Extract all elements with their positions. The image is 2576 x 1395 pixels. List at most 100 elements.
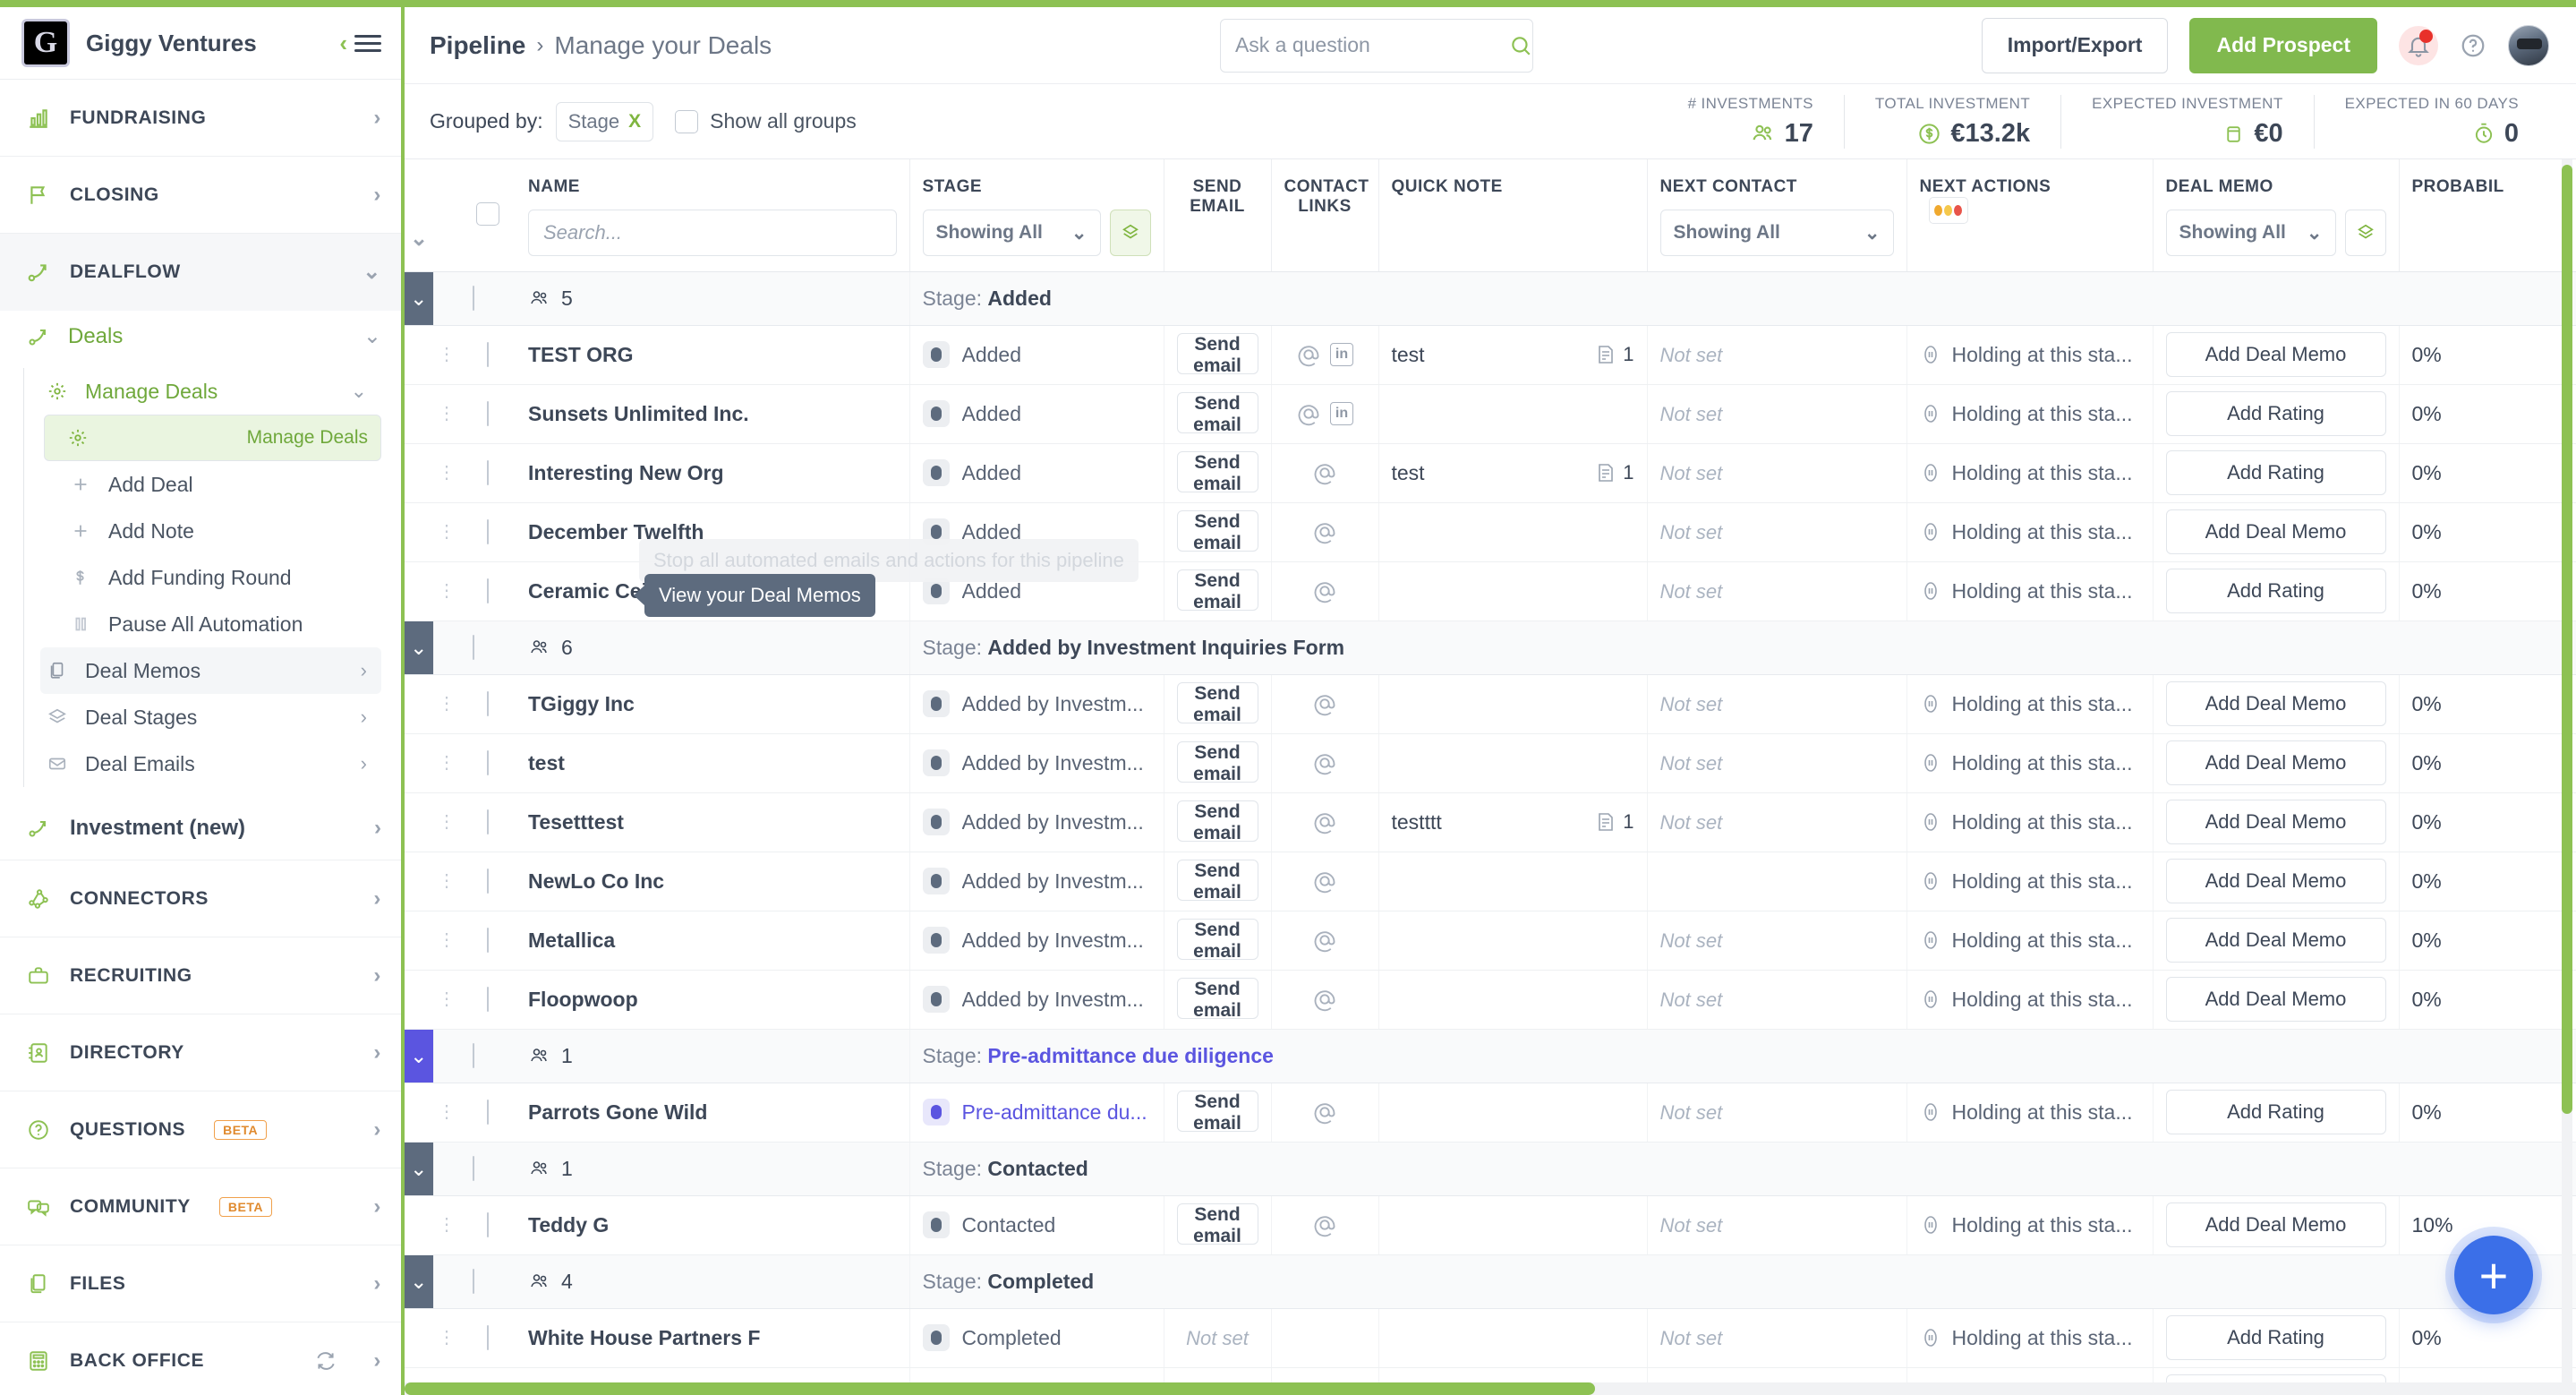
row-contact-links[interactable]: in: [1271, 384, 1379, 444]
row-next-actions[interactable]: Holding at this sta...: [1906, 733, 2154, 793]
row-drag-handle[interactable]: ⋮: [433, 733, 460, 793]
row-next-actions[interactable]: Holding at this sta...: [1906, 443, 2154, 503]
deal-memo-button[interactable]: Add Rating: [2165, 569, 2386, 613]
row-stage[interactable]: Pre-admittance du...: [909, 1083, 1164, 1143]
group-header-row[interactable]: ⌄ 1 Stage: Contacted: [405, 1141, 2576, 1196]
row-contact-links[interactable]: [1271, 852, 1379, 911]
row-drag-handle[interactable]: ⋮: [433, 911, 460, 971]
show-all-groups-toggle[interactable]: Show all groups: [675, 109, 857, 133]
group-select-cell[interactable]: [460, 1141, 516, 1196]
at-icon[interactable]: [1312, 750, 1337, 775]
at-icon[interactable]: [1296, 342, 1321, 367]
sidebar-item-investment-new[interactable]: Investment (new) ›: [0, 796, 401, 861]
row-deal-memo[interactable]: Add Deal Memo: [2153, 911, 2400, 971]
row-drag-handle[interactable]: ⋮: [433, 852, 460, 911]
stage-filter-select[interactable]: Showing All ⌄: [922, 210, 1101, 256]
sidebar-item-deal-emails[interactable]: Deal Emails ›: [40, 740, 381, 787]
row-next-contact[interactable]: Not set: [1647, 970, 1907, 1030]
group-expand-toggle[interactable]: ⌄: [405, 1141, 434, 1196]
ask-question-search[interactable]: [1219, 18, 1533, 73]
row-quick-note[interactable]: [1378, 561, 1648, 621]
group-expand-toggle[interactable]: ⌄: [405, 1028, 434, 1083]
row-stage[interactable]: Added: [909, 384, 1164, 444]
row-stage[interactable]: Added by Investm...: [909, 852, 1164, 911]
row-drag-handle[interactable]: ⋮: [433, 325, 460, 385]
row-contact-links[interactable]: [1271, 443, 1379, 503]
row-select-cell[interactable]: [460, 911, 516, 971]
row-send-email[interactable]: Send email: [1164, 1083, 1272, 1143]
row-send-email[interactable]: Send email: [1164, 1195, 1272, 1255]
vertical-scrollbar[interactable]: [2562, 159, 2572, 1382]
row-next-contact[interactable]: Not set: [1647, 911, 1907, 971]
row-checkbox[interactable]: [487, 400, 489, 426]
row-contact-links[interactable]: [1271, 674, 1379, 734]
row-checkbox[interactable]: [487, 690, 489, 716]
row-send-email[interactable]: Send email: [1164, 733, 1272, 793]
group-checkbox[interactable]: [473, 634, 474, 660]
help-icon[interactable]: [2460, 32, 2486, 59]
deal-memo-button[interactable]: Add Deal Memo: [2165, 1202, 2386, 1247]
table-row[interactable]: ⋮ Interesting New Org Added Send email test 1…: [405, 443, 2576, 503]
at-icon[interactable]: [1312, 578, 1337, 603]
sidebar-item-deal-stages[interactable]: Deal Stages ›: [40, 694, 381, 740]
row-select-cell[interactable]: [460, 733, 516, 793]
row-quick-note[interactable]: test 1: [1378, 325, 1648, 385]
row-next-actions[interactable]: Holding at this sta...: [1906, 674, 2154, 734]
deal-memo-button[interactable]: Add Deal Memo: [2165, 332, 2386, 377]
row-deal-memo[interactable]: Add Deal Memo: [2153, 1195, 2400, 1255]
row-drag-handle[interactable]: ⋮: [433, 792, 460, 852]
row-quick-note[interactable]: test 1: [1378, 443, 1648, 503]
row-next-contact[interactable]: Not set: [1647, 443, 1907, 503]
deal-memo-button[interactable]: Add Deal Memo: [2165, 800, 2386, 844]
row-contact-links[interactable]: [1271, 1195, 1379, 1255]
row-checkbox[interactable]: [487, 868, 489, 894]
table-row[interactable]: ⋮ Sunsets Unlimited Inc. Added Send email in…: [405, 384, 2576, 444]
row-deal-memo[interactable]: Add Rating: [2153, 384, 2400, 444]
row-send-email[interactable]: Send email: [1164, 502, 1272, 562]
group-header-row[interactable]: ⌄ 6 Stage: Added by Investment Inquiries F…: [405, 620, 2576, 675]
send-email-button[interactable]: Send email: [1176, 681, 1258, 725]
close-icon[interactable]: X: [628, 111, 641, 133]
row-name[interactable]: Parrots Gone Wild: [516, 1083, 910, 1143]
row-next-actions[interactable]: Holding at this sta...: [1906, 911, 2154, 971]
row-quick-note[interactable]: [1378, 852, 1648, 911]
group-select-cell[interactable]: [460, 620, 516, 675]
row-drag-handle[interactable]: ⋮: [433, 1083, 460, 1143]
group-select-cell[interactable]: [460, 1254, 516, 1309]
row-send-email[interactable]: Send email: [1164, 792, 1272, 852]
group-expand-toggle[interactable]: ⌄: [405, 270, 434, 326]
show-all-groups-checkbox[interactable]: [675, 109, 699, 133]
row-deal-memo[interactable]: Add Rating: [2153, 1308, 2400, 1368]
sidebar-item-directory[interactable]: DIRECTORY ›: [0, 1014, 401, 1092]
row-quick-note[interactable]: [1378, 384, 1648, 444]
row-checkbox[interactable]: [487, 578, 489, 603]
row-next-actions[interactable]: Holding at this sta...: [1906, 502, 2154, 562]
row-checkbox[interactable]: [487, 986, 489, 1012]
at-icon[interactable]: [1312, 1212, 1337, 1237]
at-icon[interactable]: [1312, 809, 1337, 834]
row-next-actions[interactable]: Holding at this sta...: [1906, 561, 2154, 621]
row-deal-memo[interactable]: Add Deal Memo: [2153, 970, 2400, 1030]
row-name[interactable]: TGiggy Inc: [516, 674, 910, 734]
row-select-cell[interactable]: [460, 443, 516, 503]
row-checkbox[interactable]: [487, 809, 489, 834]
send-email-button[interactable]: Send email: [1176, 977, 1258, 1021]
row-checkbox[interactable]: [487, 341, 489, 367]
row-checkbox[interactable]: [487, 518, 489, 544]
row-drag-handle[interactable]: ⋮: [433, 1195, 460, 1255]
table-row[interactable]: ⋮ White House Partners F Completed Not set N…: [405, 1308, 2576, 1368]
row-contact-links[interactable]: in: [1271, 325, 1379, 385]
table-row[interactable]: ⋮ Parrots Gone Wild Pre-admittance du... Se…: [405, 1083, 2576, 1143]
send-email-button[interactable]: Send email: [1176, 332, 1258, 376]
row-select-cell[interactable]: [460, 1195, 516, 1255]
row-stage[interactable]: Added by Investm...: [909, 733, 1164, 793]
row-deal-memo[interactable]: Add Deal Memo: [2153, 502, 2400, 562]
chevron-down-icon[interactable]: ⌄: [405, 159, 433, 271]
row-select-cell[interactable]: [460, 852, 516, 911]
deals-table-scroll[interactable]: ⌄ NAME Search... STAGE Showing All ⌄ SEN…: [405, 159, 2576, 1395]
sidebar-item-deal-memos[interactable]: Deal Memos ›: [40, 647, 381, 695]
row-next-contact[interactable]: Not set: [1647, 1083, 1907, 1143]
deal-memo-button[interactable]: Add Rating: [2165, 1090, 2386, 1134]
send-email-button[interactable]: Send email: [1176, 1202, 1258, 1246]
row-stage[interactable]: Added by Investm...: [909, 911, 1164, 971]
